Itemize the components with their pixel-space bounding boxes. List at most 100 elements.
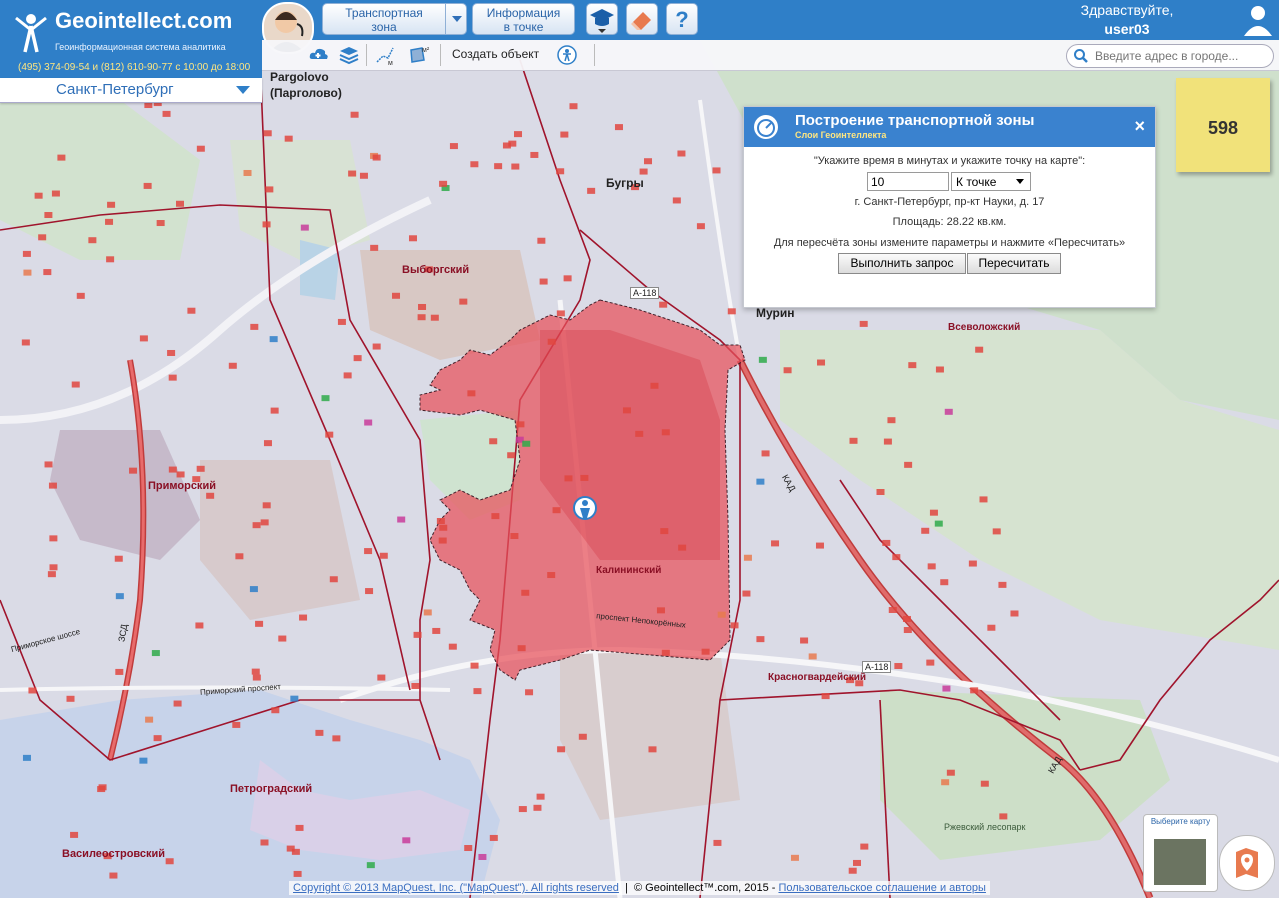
poi-marker-icon[interactable] [162, 110, 171, 117]
object-count-sticky[interactable]: 598 [1176, 78, 1270, 172]
poi-marker-icon[interactable] [557, 746, 566, 753]
poi-marker-icon[interactable] [262, 502, 271, 509]
poi-marker-icon[interactable] [859, 320, 868, 327]
poi-marker-icon[interactable] [888, 606, 897, 613]
poi-marker-icon[interactable] [379, 552, 388, 559]
poi-marker-icon[interactable] [980, 780, 989, 787]
poi-marker-icon[interactable] [821, 693, 830, 700]
poi-marker-icon[interactable] [278, 635, 287, 642]
search-input[interactable] [1093, 47, 1269, 65]
poi-marker-icon[interactable] [510, 533, 519, 540]
poi-marker-icon[interactable] [552, 507, 561, 514]
poi-marker-icon[interactable] [265, 186, 274, 193]
poi-marker-icon[interactable] [489, 438, 498, 445]
poi-marker-icon[interactable] [521, 589, 530, 596]
poi-marker-icon[interactable] [167, 349, 176, 356]
poi-marker-icon[interactable] [293, 870, 302, 877]
poi-marker-icon[interactable] [49, 564, 58, 571]
poi-marker-icon[interactable] [206, 492, 215, 499]
poi-marker-icon[interactable] [249, 586, 258, 593]
poi-marker-icon[interactable] [418, 303, 427, 310]
poi-marker-icon[interactable] [467, 390, 476, 397]
poi-marker-icon[interactable] [151, 650, 160, 657]
poi-marker-icon[interactable] [252, 522, 261, 529]
poi-marker-icon[interactable] [992, 528, 1001, 535]
poi-marker-icon[interactable] [644, 158, 653, 165]
poi-marker-icon[interactable] [903, 627, 912, 634]
poi-marker-icon[interactable] [929, 509, 938, 516]
poi-marker-icon[interactable] [255, 620, 264, 627]
poi-marker-icon[interactable] [51, 190, 60, 197]
terms-link[interactable]: Пользовательское соглашение и авторы [778, 882, 985, 894]
poi-marker-icon[interactable] [848, 867, 857, 874]
poi-marker-icon[interactable] [894, 663, 903, 670]
poi-marker-icon[interactable] [536, 793, 545, 800]
poi-marker-icon[interactable] [70, 831, 79, 838]
poi-marker-icon[interactable] [459, 298, 468, 305]
user-profile-icon[interactable] [1241, 2, 1275, 36]
poi-marker-icon[interactable] [139, 335, 148, 342]
poi-marker-icon[interactable] [522, 440, 531, 447]
poi-marker-icon[interactable] [76, 292, 85, 299]
poi-marker-icon[interactable] [941, 779, 950, 786]
poi-marker-icon[interactable] [48, 482, 57, 489]
poi-marker-icon[interactable] [332, 735, 341, 742]
poi-marker-icon[interactable] [228, 362, 237, 369]
poi-marker-icon[interactable] [449, 143, 458, 150]
poi-marker-icon[interactable] [44, 212, 53, 219]
poi-marker-icon[interactable] [979, 496, 988, 503]
mapquest-copyright-link[interactable]: Copyright © 2013 MapQuest, Inc. ("MapQue… [293, 882, 619, 894]
poi-marker-icon[interactable] [439, 180, 448, 187]
poi-marker-icon[interactable] [366, 862, 375, 869]
poi-marker-icon[interactable] [34, 192, 43, 199]
transport-zone-button[interactable]: Транспортная зона [322, 3, 467, 35]
poi-marker-icon[interactable] [243, 169, 252, 176]
poi-marker-icon[interactable] [860, 843, 869, 850]
poi-marker-icon[interactable] [235, 553, 244, 560]
poi-marker-icon[interactable] [392, 292, 401, 299]
poi-marker-icon[interactable] [260, 839, 269, 846]
close-icon[interactable]: × [1134, 117, 1145, 135]
poi-marker-icon[interactable] [106, 256, 115, 263]
poi-marker-icon[interactable] [717, 611, 726, 618]
poi-marker-icon[interactable] [23, 269, 32, 276]
poi-marker-icon[interactable] [478, 853, 487, 860]
poi-marker-icon[interactable] [514, 131, 523, 138]
poi-marker-icon[interactable] [359, 172, 368, 179]
poi-marker-icon[interactable] [139, 757, 148, 764]
address-search[interactable] [1066, 44, 1274, 68]
poi-marker-icon[interactable] [343, 372, 352, 379]
poi-marker-icon[interactable] [411, 682, 420, 689]
poi-marker-icon[interactable] [413, 631, 422, 638]
poi-marker-icon[interactable] [263, 130, 272, 137]
poi-marker-icon[interactable] [659, 301, 668, 308]
poi-marker-icon[interactable] [849, 437, 858, 444]
poi-marker-icon[interactable] [502, 142, 511, 149]
poi-marker-icon[interactable] [299, 614, 308, 621]
poi-marker-icon[interactable] [107, 201, 116, 208]
poi-marker-icon[interactable] [876, 488, 885, 495]
poi-marker-icon[interactable] [470, 662, 479, 669]
poi-marker-icon[interactable] [934, 520, 943, 527]
username[interactable]: user03 [1067, 21, 1187, 37]
poi-marker-icon[interactable] [580, 474, 589, 481]
poi-marker-icon[interactable] [397, 516, 406, 523]
execute-query-button[interactable]: Выполнить запрос [838, 253, 966, 274]
poi-marker-icon[interactable] [88, 237, 97, 244]
poi-marker-icon[interactable] [614, 124, 623, 131]
poi-marker-icon[interactable] [364, 548, 373, 555]
poi-marker-icon[interactable] [727, 308, 736, 315]
poi-marker-icon[interactable] [516, 421, 525, 428]
poi-marker-icon[interactable] [195, 622, 204, 629]
poi-marker-icon[interactable] [998, 581, 1007, 588]
poi-marker-icon[interactable] [262, 221, 271, 228]
poi-marker-icon[interactable] [49, 535, 58, 542]
poi-marker-icon[interactable] [1010, 610, 1019, 617]
poi-marker-icon[interactable] [43, 269, 52, 276]
poi-marker-icon[interactable] [348, 170, 357, 177]
poi-marker-icon[interactable] [168, 374, 177, 381]
poi-marker-icon[interactable] [713, 839, 722, 846]
poi-marker-icon[interactable] [887, 417, 896, 424]
poi-marker-icon[interactable] [315, 729, 324, 736]
poi-marker-icon[interactable] [742, 590, 751, 597]
